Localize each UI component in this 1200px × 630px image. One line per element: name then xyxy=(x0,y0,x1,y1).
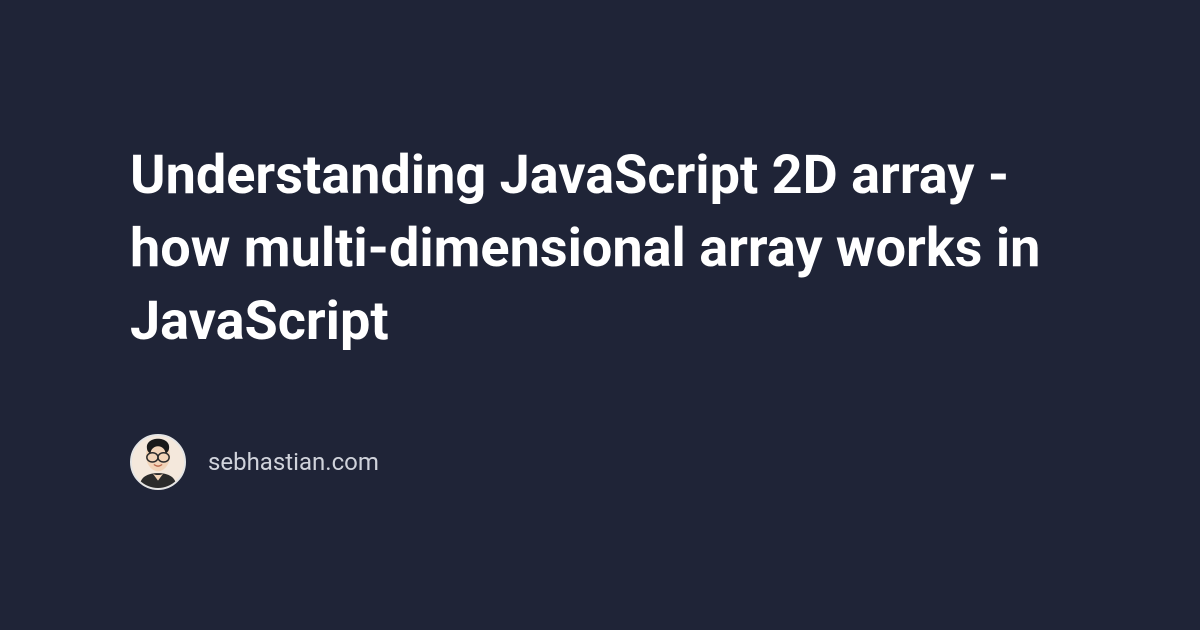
site-name: sebhastian.com xyxy=(208,448,379,476)
avatar xyxy=(130,434,186,490)
page-title: Understanding JavaScript 2D array - how … xyxy=(130,140,1070,359)
author-row: sebhastian.com xyxy=(130,434,1070,490)
